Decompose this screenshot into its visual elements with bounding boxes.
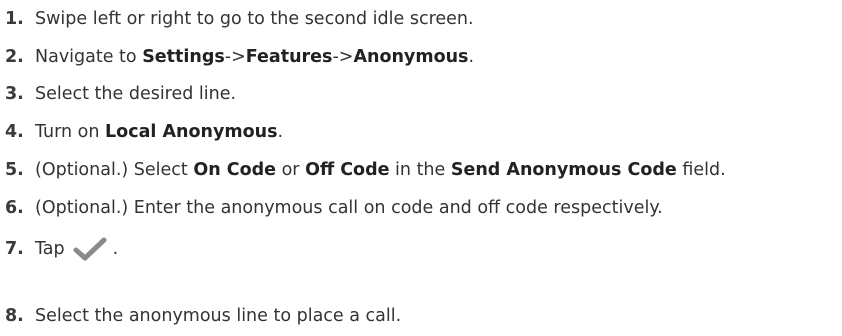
step-number: 3. — [5, 84, 24, 104]
step-text-part: Turn on — [35, 122, 106, 142]
checkmark-icon — [73, 237, 107, 261]
send-anonymous-code-term: Send Anonymous Code — [450, 160, 677, 180]
step-text: (Optional.) Enter the anonymous call on … — [35, 198, 663, 218]
step-number: 5. — [5, 160, 24, 180]
step-7: 7. Tap. — [0, 234, 118, 264]
step-text-part: . — [112, 239, 119, 259]
step-text-part: (Optional.) Enter the anonymous call on … — [35, 198, 663, 218]
step-number: 2. — [5, 47, 24, 67]
step-number: 8. — [5, 306, 24, 326]
step-text: Turn on Local Anonymous. — [35, 122, 283, 142]
step-3: 3. Select the desired line. — [0, 79, 236, 109]
step-text: Select the anonymous line to place a cal… — [35, 306, 401, 326]
checkmark-stroke — [73, 237, 107, 261]
on-code-term: On Code — [193, 160, 277, 180]
step-text-part: Swipe left or right to go to the second … — [35, 9, 474, 29]
step-text-part: Select the desired line. — [35, 84, 237, 104]
step-text: Navigate to Settings->Features->Anonymou… — [35, 47, 474, 67]
step-8: 8. Select the anonymous line to place a … — [0, 301, 401, 331]
step-5: 5. (Optional.) Select On Code or Off Cod… — [0, 155, 726, 185]
step-text-part: (Optional.) Select — [35, 160, 194, 180]
step-text-part: Tap — [35, 239, 65, 259]
step-text-part: Navigate to — [35, 47, 143, 67]
step-number: 7. — [5, 239, 24, 259]
step-text-part: . — [468, 47, 475, 67]
step-number: 1. — [5, 9, 24, 29]
step-text: (Optional.) Select On Code or Off Code i… — [35, 160, 726, 180]
step-number: 6. — [5, 198, 24, 218]
local-anonymous-term: Local Anonymous — [105, 122, 278, 142]
instruction-steps: 1. Swipe left or right to go to the seco… — [0, 0, 842, 336]
step-text-part: field. — [676, 160, 726, 180]
settings-term: Settings — [142, 47, 225, 67]
step-2: 2. Navigate to Settings->Features->Anony… — [0, 42, 474, 72]
step-number: 4. — [5, 122, 24, 142]
arrow-separator: -> — [332, 47, 354, 67]
step-6: 6. (Optional.) Enter the anonymous call … — [0, 193, 663, 223]
features-term: Features — [245, 47, 333, 67]
step-text-part: or — [276, 160, 306, 180]
anonymous-term: Anonymous — [353, 47, 469, 67]
step-1: 1. Swipe left or right to go to the seco… — [0, 4, 474, 34]
step-text-part: Select the anonymous line to place a cal… — [35, 306, 402, 326]
step-text: Swipe left or right to go to the second … — [35, 9, 474, 29]
step-text: Select the desired line. — [35, 84, 236, 104]
off-code-term: Off Code — [305, 160, 390, 180]
checkmark-icon-svg — [73, 237, 107, 261]
step-4: 4. Turn on Local Anonymous. — [0, 117, 283, 147]
step-text-part: . — [277, 122, 284, 142]
step-text: Tap. — [35, 237, 118, 261]
arrow-separator: -> — [224, 47, 246, 67]
step-text-part: in the — [389, 160, 451, 180]
